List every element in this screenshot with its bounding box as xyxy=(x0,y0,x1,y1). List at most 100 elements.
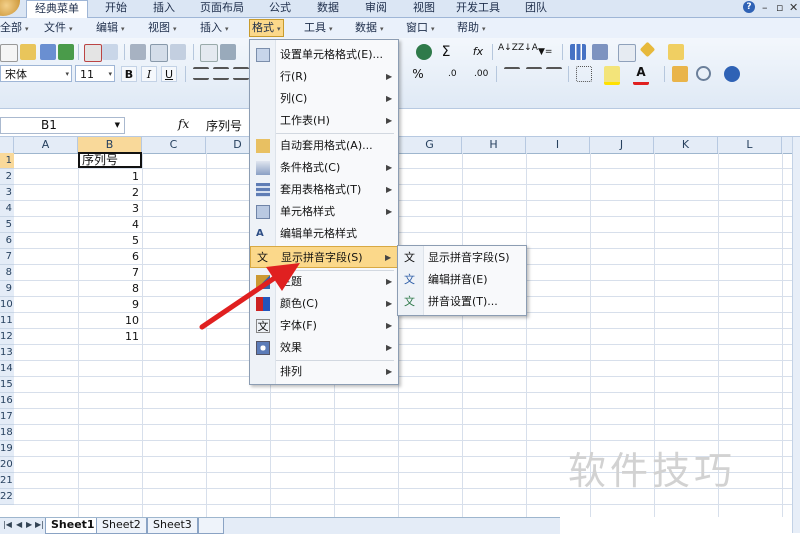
row-header[interactable]: 22 xyxy=(0,489,14,505)
row-header[interactable]: 5 xyxy=(0,217,14,233)
decrease-indent-icon[interactable] xyxy=(504,67,520,81)
row-header[interactable]: 7 xyxy=(0,249,14,265)
menu-format[interactable]: 格式 ▾ xyxy=(249,19,284,37)
help-icon[interactable]: ? xyxy=(743,1,755,13)
first-sheet-icon[interactable]: |◀ xyxy=(3,520,12,529)
row-header[interactable]: 8 xyxy=(0,265,14,281)
cell-b-value[interactable]: 11 xyxy=(78,329,139,345)
menu-item-effects[interactable]: 效果 ▶ xyxy=(250,337,398,359)
row-header[interactable]: 13 xyxy=(0,345,14,361)
pivot-icon[interactable] xyxy=(592,44,608,60)
tab-data[interactable]: 数据 xyxy=(310,0,346,17)
open-folder-icon[interactable] xyxy=(20,44,36,60)
menu-edit[interactable]: 编辑 ▾ xyxy=(96,20,125,36)
borders-icon[interactable] xyxy=(576,66,592,82)
bold-button[interactable]: B xyxy=(121,66,137,82)
spelling-icon[interactable] xyxy=(200,44,218,62)
menu-item-cell-styles[interactable]: 单元格样式 ▶ xyxy=(250,201,398,223)
menu-item-table-style[interactable]: 套用表格格式(T) ▶ xyxy=(250,179,398,201)
insert-function-icon[interactable]: fx xyxy=(178,117,189,131)
align-center-icon[interactable] xyxy=(213,67,229,80)
decrease-decimal-icon[interactable]: .00 xyxy=(474,66,490,82)
function-icon[interactable]: fx xyxy=(470,44,486,60)
cell-b-value[interactable]: 10 xyxy=(78,313,139,329)
tab-view[interactable]: 视图 xyxy=(406,0,442,17)
shapes-icon[interactable] xyxy=(639,41,656,58)
row-header[interactable]: 3 xyxy=(0,185,14,201)
formula-input[interactable]: 序列号 xyxy=(206,117,242,134)
filter-icon[interactable]: ▼= xyxy=(538,44,554,60)
column-header-l[interactable]: L xyxy=(718,137,782,153)
menu-item-autoformat[interactable]: 自动套用格式(A)... xyxy=(250,135,398,157)
menu-item-worksheet[interactable]: 工作表(H) ▶ xyxy=(250,110,398,132)
column-header-g[interactable]: G xyxy=(398,137,462,153)
minimize-icon[interactable]: – xyxy=(762,1,768,14)
row-header[interactable]: 16 xyxy=(0,393,14,409)
column-header-h[interactable]: H xyxy=(462,137,526,153)
email-icon[interactable] xyxy=(102,44,118,60)
column-header-b[interactable]: B xyxy=(78,137,142,153)
sort-desc-icon[interactable]: Z↓A xyxy=(518,44,538,60)
cell-b-value[interactable]: 7 xyxy=(78,265,139,281)
tab-page-layout[interactable]: 页面布局 xyxy=(194,0,250,17)
office-button[interactable] xyxy=(0,0,20,16)
close-icon[interactable]: ✕ xyxy=(789,1,798,14)
format-painter-icon[interactable] xyxy=(672,66,688,82)
menu-window[interactable]: 窗口 ▾ xyxy=(406,20,435,36)
row-header[interactable]: 14 xyxy=(0,361,14,377)
tab-formulas[interactable]: 公式 xyxy=(262,0,298,17)
table-icon[interactable] xyxy=(618,44,636,62)
menu-help[interactable]: 帮助 ▾ xyxy=(457,20,486,36)
menu-data[interactable]: 数据 ▾ xyxy=(355,20,384,36)
row-header[interactable]: 12 xyxy=(0,329,14,345)
cell-b-value[interactable]: 9 xyxy=(78,297,139,313)
underline-button[interactable]: U xyxy=(161,66,177,82)
cell-b-value[interactable]: 2 xyxy=(78,185,139,201)
folder-icon[interactable] xyxy=(668,44,684,60)
cell-b-value[interactable]: 8 xyxy=(78,281,139,297)
row-header[interactable]: 20 xyxy=(0,457,14,473)
new-file-icon[interactable] xyxy=(0,44,18,62)
tab-insert[interactable]: 插入 xyxy=(146,0,182,17)
tab-review[interactable]: 审阅 xyxy=(358,0,394,17)
row-header[interactable]: 15 xyxy=(0,377,14,393)
row-header[interactable]: 21 xyxy=(0,473,14,489)
menu-item-row[interactable]: 行(R) ▶ xyxy=(250,66,398,88)
menu-tools[interactable]: 工具 ▾ xyxy=(304,20,333,36)
sort-asc-icon[interactable]: A↓Z xyxy=(498,44,518,60)
font-name-combo[interactable]: 宋体 ▾ xyxy=(0,65,72,82)
align-left-icon[interactable] xyxy=(193,67,209,80)
column-header-j[interactable]: J xyxy=(590,137,654,153)
submenu-phonetic-settings[interactable]: 文 拼音设置(T)... xyxy=(398,291,526,313)
autosum-icon[interactable]: Σ xyxy=(438,44,454,60)
row-header[interactable]: 4 xyxy=(0,201,14,217)
print-area-icon[interactable] xyxy=(170,44,186,60)
menu-all[interactable]: 全部 ▾ xyxy=(0,20,29,36)
tab-team[interactable]: 团队 xyxy=(518,0,554,17)
font-size-combo[interactable]: 11 ▾ xyxy=(75,65,115,82)
menu-item-column[interactable]: 列(C) ▶ xyxy=(250,88,398,110)
column-header-a[interactable]: A xyxy=(14,137,78,153)
name-box[interactable]: B1 ▼ xyxy=(0,117,125,134)
tab-developer[interactable]: 开发工具 xyxy=(450,0,506,17)
font-color-icon[interactable]: A xyxy=(633,66,649,85)
row-header[interactable]: 11 xyxy=(0,313,14,329)
sheet-tab-sheet1[interactable]: Sheet1 xyxy=(45,518,101,534)
research-icon[interactable] xyxy=(220,44,236,60)
zoom-icon[interactable] xyxy=(696,66,711,81)
row-header[interactable]: 6 xyxy=(0,233,14,249)
column-header-k[interactable]: K xyxy=(654,137,718,153)
cell-b-value[interactable]: 5 xyxy=(78,233,139,249)
increase-indent-icon[interactable] xyxy=(526,67,542,81)
pdf-icon[interactable] xyxy=(84,44,102,62)
cell-b-value[interactable]: 6 xyxy=(78,249,139,265)
row-header[interactable]: 19 xyxy=(0,441,14,457)
tab-classic-menu[interactable]: 经典菜单 xyxy=(26,0,88,19)
column-header-c[interactable]: C xyxy=(142,137,206,153)
help-small-icon[interactable] xyxy=(724,66,740,82)
vertical-scrollbar[interactable] xyxy=(792,137,800,533)
increase-decimal-icon[interactable]: .0 xyxy=(448,66,464,82)
wrap-text-icon[interactable] xyxy=(546,67,562,81)
tab-home[interactable]: 开始 xyxy=(96,0,136,17)
menu-item-conditional-format[interactable]: 条件格式(C) ▶ xyxy=(250,157,398,179)
